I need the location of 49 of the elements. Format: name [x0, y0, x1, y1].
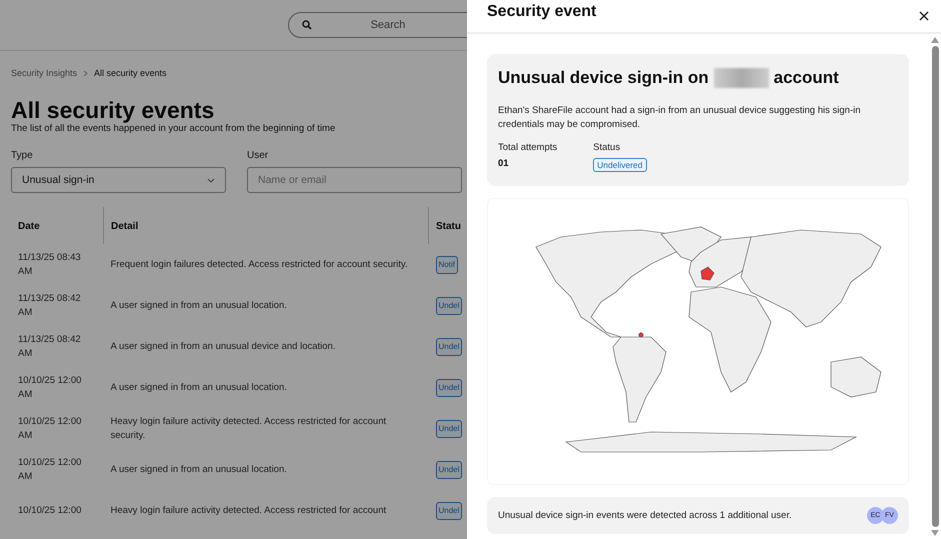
summary-text: Unusual device sign-in events were detected across 1 additional user. — [498, 510, 792, 521]
table-cell-text: A user signed in from an unusual device and location. — [110, 340, 336, 354]
status-badge: Undel — [436, 420, 462, 438]
table-cell: Frequent login failures detected. Access restricted for account security. — [104, 244, 428, 285]
user-field[interactable]: Name or email — [247, 167, 462, 193]
drawer-title: Security event — [487, 3, 596, 21]
status-badge: Notif — [436, 256, 458, 274]
table-cell-text: 10/10/25 12:00 — [17, 504, 82, 518]
column-header: Date — [11, 207, 104, 244]
table-cell-text: 10/10/25 12:00 AM — [17, 414, 82, 442]
page-subtitle: The list of all the events happened in your account from the beginning of time — [11, 123, 336, 134]
status-badge: Undel — [436, 296, 462, 314]
table-cell-text: 11/13/25 08:42 AM — [17, 292, 82, 320]
filter-label: User — [247, 150, 270, 161]
event-description: Ethan's ShareFile account had a sign-in from an unusual device suggesting his sign-in credentials may be compromised. — [498, 104, 862, 132]
event-title: account — [774, 68, 839, 88]
table-cell-text: 11/13/25 08:42 AM — [17, 332, 82, 360]
chevron-icon — [83, 70, 88, 76]
table-cell-text: Heavy login failure activity detected. Access restricted for account — [110, 504, 388, 518]
event-title: Unusual device sign-in on — [498, 68, 709, 88]
status-badge: Undel — [436, 378, 462, 396]
table-cell-text: A user signed in from an unusual location. — [110, 462, 288, 476]
table-cell-text: A user signed in from an unusual location. — [110, 380, 288, 394]
search-icon — [302, 20, 312, 30]
table-cell-text: Heavy login failure activity detected. Access restricted for account security. — [110, 414, 388, 442]
table-cell-text: 10/10/25 12:00 AM — [17, 374, 82, 402]
table-cell-text: 10/10/25 12:00 AM — [17, 456, 82, 484]
table-cell-text: A user signed in from an unusual location. — [110, 298, 288, 312]
scroll-down-icon[interactable] — [931, 530, 939, 536]
breadcrumb-item[interactable]: Security Insights — [11, 68, 78, 78]
chevron-down-icon — [207, 178, 215, 182]
redacted-name — [714, 68, 769, 88]
status-badge: Undel — [436, 338, 462, 356]
type-dropdown[interactable]: Unusual sign-in — [11, 167, 226, 193]
field-value: 01 — [498, 158, 509, 169]
page-title: All security events — [11, 97, 216, 123]
breadcrumb-item[interactable]: All security events — [94, 68, 167, 78]
close-button[interactable] — [917, 9, 931, 23]
status-badge: Undelivered — [593, 158, 647, 172]
status-badge: Undel — [436, 502, 462, 520]
scroll-up-icon[interactable] — [931, 37, 939, 43]
filter-label: Type — [11, 150, 34, 161]
search-field[interactable]: Search — [288, 12, 467, 38]
column-header: Detail — [104, 207, 428, 244]
table-cell: 11/13/25 08:43 AM — [11, 244, 104, 285]
field-label: Status — [593, 142, 620, 153]
scrollbar-thumb[interactable] — [932, 46, 938, 527]
field-label: Total attempts — [498, 142, 558, 153]
status-badge: Undel — [436, 460, 462, 478]
